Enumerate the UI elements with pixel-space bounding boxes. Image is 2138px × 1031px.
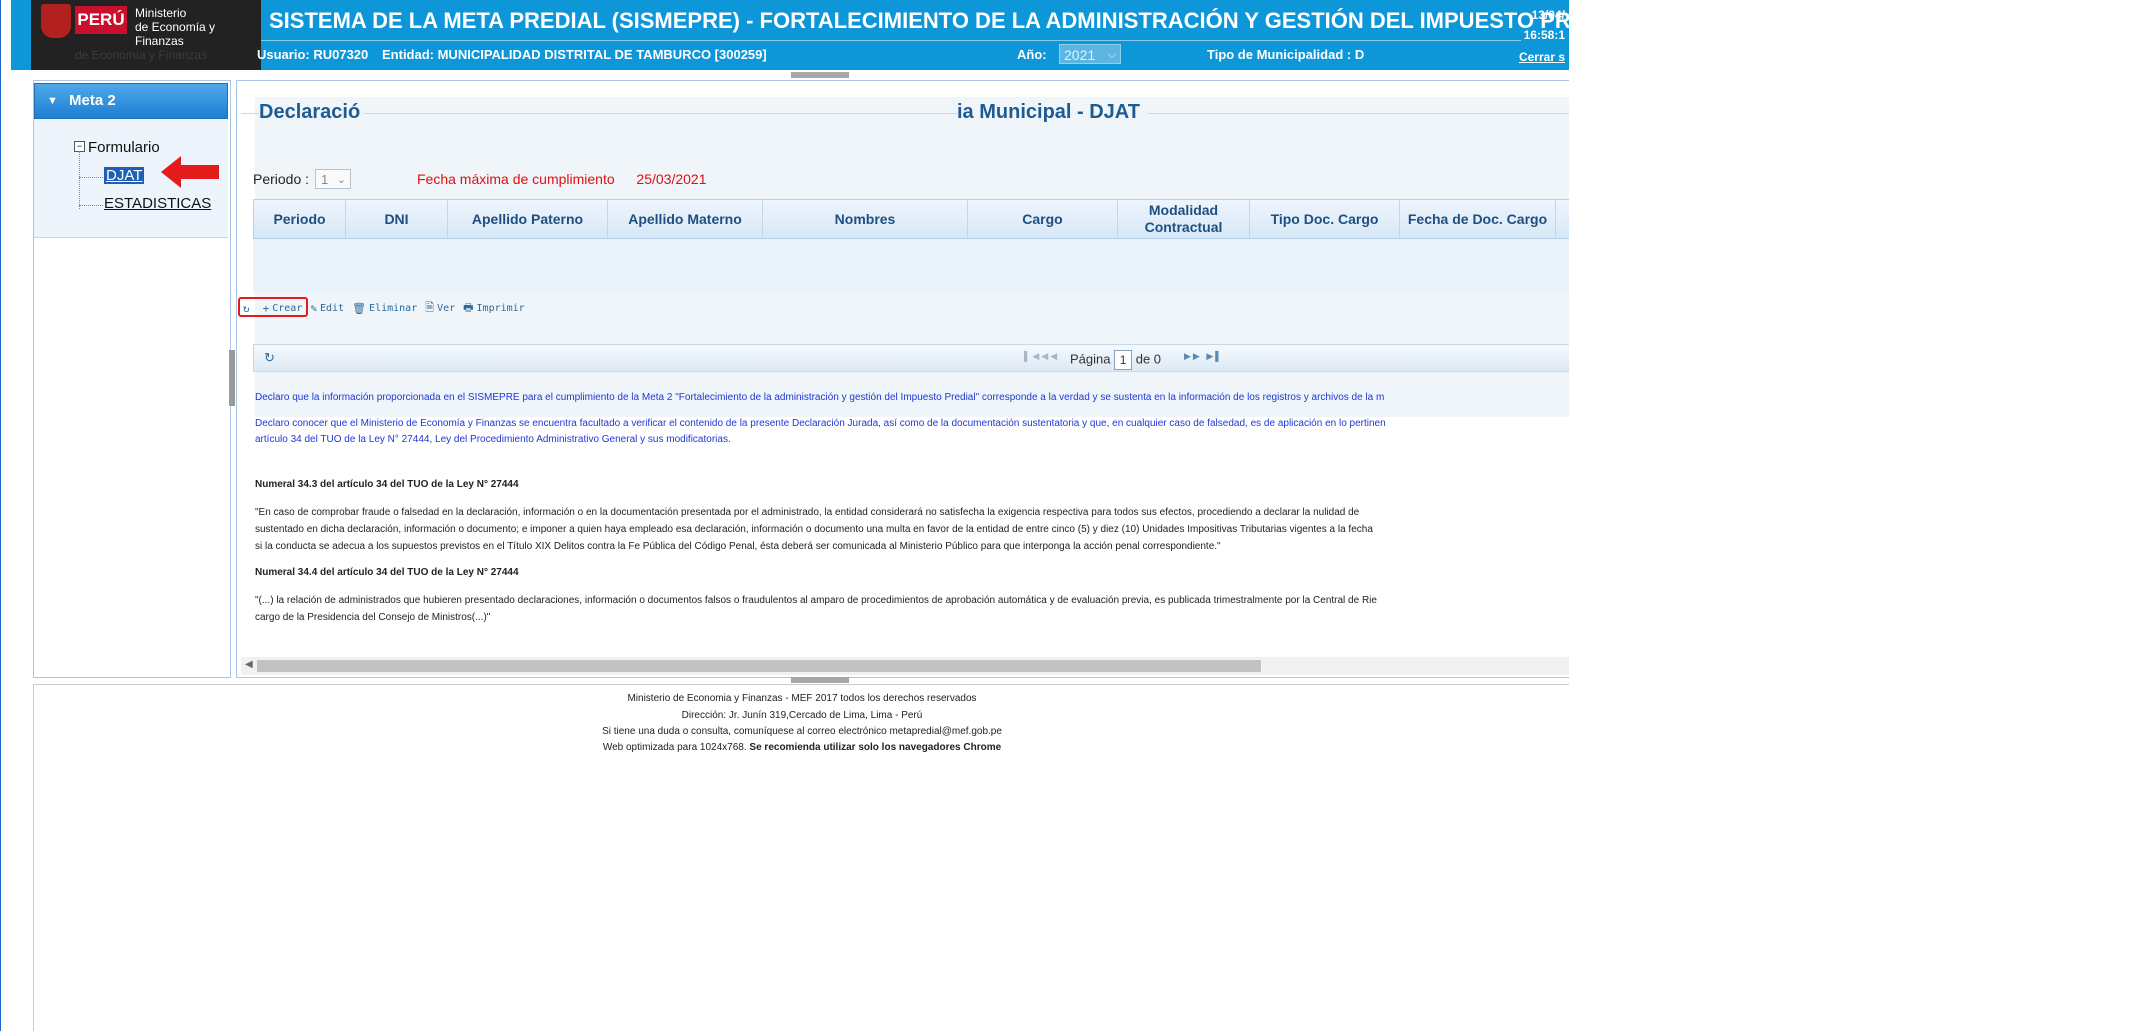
eliminar-label: Eliminar [369,302,418,314]
column-header-fecha-doc-cargo[interactable]: Fecha de Doc. Cargo [1400,200,1556,238]
system-title: SISTEMA DE LA META PREDIAL (SISMEPRE) - … [269,8,1569,33]
scrollbar-thumb[interactable] [257,660,1261,672]
declaration-line: Declaro conocer que el Ministerio de Eco… [255,418,1386,429]
horizontal-scrollbar[interactable]: ◀ [241,657,1569,675]
imprimir-button[interactable]: 🖶 Imprimir [463,299,525,318]
declaration-line: Declaro que la información proporcionada… [255,392,1385,403]
tree-connector [79,151,81,209]
app-window: PERÚ Ministerio de Economía y Finanzas d… [0,0,1569,1031]
scroll-left-icon[interactable]: ◀ [245,659,253,670]
document-icon: 🗎 [425,300,435,314]
period-value: 1 [321,172,329,187]
logo-country: PERÚ [75,6,127,34]
ver-label: Ver [437,302,456,314]
header-date: 13/04/ [1531,8,1565,22]
footer-browser-bold: Se recomienda utilizar solo los navegado… [749,742,1002,753]
tree-connector [79,205,103,206]
edit-label: Edit [319,302,345,314]
form-legend-right: ia Municipal - DJAT [957,101,1148,124]
ver-button[interactable]: 🗎 Ver [425,299,455,318]
chevron-down-icon: ⌄ [336,174,346,186]
entity-info: Entidad: MUNICIPALIDAD DISTRITAL DE TAMB… [382,47,767,62]
column-header-tipo-doc-cargo[interactable]: Tipo Doc. Cargo [1250,200,1400,238]
numeral-344-title: Numeral 34.4 del artículo 34 del TUO de … [255,567,519,578]
period-label: Periodo : [253,171,310,187]
top-splitter-handle[interactable] [791,72,849,78]
pager-first-prev-icon[interactable]: ▌◀◀◀ [1024,351,1059,362]
accordion-header-meta2[interactable]: ▼ Meta 2 [34,83,228,119]
mef-logo: PERÚ Ministerio de Economía y Finanzas d… [31,0,261,70]
page-label: Página [1070,351,1111,367]
numeral-344-line: "(...) la relación de administrados que … [255,595,1377,606]
deadline-value: 25/03/2021 [636,171,707,187]
column-header-apellido-materno[interactable]: Apellido Materno [608,200,763,238]
red-arrow-annotation-icon [161,156,219,188]
logo-ministry-line2: de Economía y Finanzas [135,20,216,48]
printer-icon: 🖶 [463,300,474,314]
main-content-panel: Declaració ia Municipal - DJAT Periodo :… [236,80,1569,678]
left-splitter-handle[interactable] [229,350,235,406]
tree-item-estadisticas[interactable]: ESTADISTICAS [104,195,211,212]
year-label: Año: [1017,47,1047,62]
logo-faded-text: de Economía y Finanzas [75,48,208,62]
trash-icon: 🗑 [352,301,367,315]
chevron-down-icon: ⌵ [1107,49,1116,61]
footer-browser-note: Web optimizada para 1024x768. Se recomie… [34,742,1569,753]
numeral-344-line: cargo de la Presidencia del Consejo de M… [255,612,491,623]
column-header-dni[interactable]: DNI [346,200,448,238]
edit-button[interactable]: ✎ Edit [310,302,344,315]
footer-contact: Si tiene una duda o consulta, comuníques… [602,726,1002,737]
page-total: de 0 [1135,351,1162,367]
footer-copyright: Ministerio de Economia y Finanzas - MEF … [627,693,977,704]
header-bar: PERÚ Ministerio de Economía y Finanzas d… [11,0,1569,70]
column-header-nombres[interactable]: Nombres [763,200,968,238]
pager-page-info: Página 1 de 0 [1070,350,1161,370]
year-value: 2021 [1064,47,1096,63]
numeral-343-line: "En caso de comprobar fraude o falsedad … [255,507,1360,518]
user-info: Usuario: RU07320 [257,47,369,62]
eliminar-button[interactable]: 🗑 Eliminar [352,302,417,315]
grid-header: Periodo DNI Apellido Paterno Apellido Ma… [253,199,1569,239]
pager-refresh-icon[interactable]: ↻ [264,350,275,366]
declaration-line: artículo 34 del TUO de la Ley N° 27444, … [255,434,731,445]
header-time: 16:58:1 [1523,28,1565,42]
deadline-label: Fecha máxima de cumplimiento [417,171,615,187]
pencil-icon: ✎ [310,301,317,315]
numeral-343-title: Numeral 34.3 del artículo 34 del TUO de … [255,479,519,490]
form-legend-left: Declaració [259,101,365,124]
tree-root-formulario[interactable]: Formulario [88,139,160,156]
column-header-modalidad-contractual[interactable]: Modalidad Contractual [1118,200,1250,238]
column-header-cargo[interactable]: Cargo [968,200,1118,238]
numeral-343-line: si la conducta se adecua a los supuestos… [255,541,1221,552]
footer-address: Dirección: Jr. Junín 319,Cercado de Lima… [681,710,923,721]
accordion-title: Meta 2 [69,92,116,109]
pager-next-last-icon[interactable]: ▶▶ ▶▌ [1184,351,1224,362]
deadline-info: Fecha máxima de cumplimiento 25/03/2021 [417,171,707,187]
page-input[interactable]: 1 [1114,350,1133,370]
column-header-periodo[interactable]: Periodo [254,200,346,238]
period-select[interactable]: 1 ⌄ [315,169,351,189]
coat-of-arms-icon [41,4,71,38]
imprimir-label: Imprimir [476,302,525,314]
year-select[interactable]: 2021 ⌵ [1059,44,1121,64]
grid-body-empty [253,239,1569,293]
grid-pager: ↻ ▌◀◀◀ Página 1 de 0 ▶▶ ▶▌ [253,344,1569,372]
crear-highlight-annotation [238,297,308,317]
column-header-apellido-paterno[interactable]: Apellido Paterno [448,200,608,238]
bottom-splitter-handle[interactable] [791,677,849,683]
logo-ministry-line1: Ministerio [135,6,187,20]
tree-connector [79,177,103,178]
fieldset-border [241,113,1569,114]
municipality-type: Tipo de Municipalidad : D [1207,47,1365,62]
tree-item-djat[interactable]: DJAT [104,167,145,184]
logout-link[interactable]: Cerrar s [1519,50,1565,64]
caret-down-icon: ▼ [47,95,58,107]
footer-browser-prefix: Web optimizada para 1024x768. [602,742,747,753]
page-footer: Ministerio de Economia y Finanzas - MEF … [33,684,1569,1031]
numeral-343-line: sustentado en dicha declaración, informa… [255,524,1373,535]
header-divider [261,40,1521,41]
